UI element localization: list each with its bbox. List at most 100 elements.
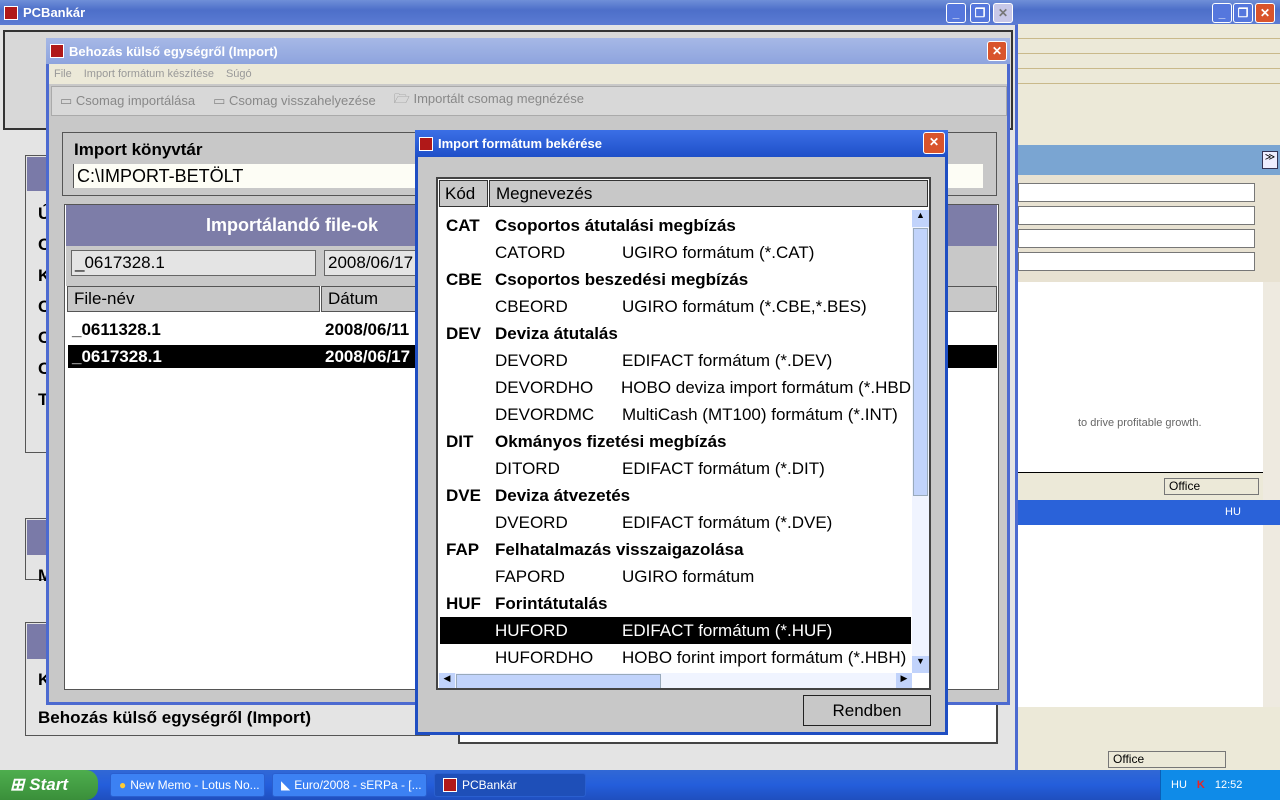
app-icon <box>50 44 64 58</box>
lotus-icon: ● <box>119 778 127 792</box>
format-item[interactable]: DEVORDMC MultiCash (MT100) formátum (*.IN… <box>440 401 911 428</box>
window-title: Behozás külső egységről (Import) <box>69 43 278 59</box>
kaspersky-icon[interactable]: K <box>1197 779 1205 791</box>
group-name: Forintátutalás <box>495 593 608 613</box>
menu-bar: File Import formátum készítése Súgó <box>49 64 1007 84</box>
menu-help[interactable]: Súgó <box>226 68 252 80</box>
vertical-scrollbar[interactable] <box>1263 282 1280 707</box>
format-desc: EDIFACT formátum (*.DEV) <box>622 350 833 370</box>
menu-file[interactable]: File <box>54 68 72 80</box>
language-indicator[interactable]: HU <box>1171 779 1187 791</box>
dialog-title: Import formátum bekérése <box>438 136 602 151</box>
format-code: HUFORDHO <box>495 647 594 667</box>
group-name: Deviza átutalás <box>495 323 618 343</box>
format-group[interactable]: HUF Forintátutalás <box>440 590 911 617</box>
group-name: Deviza átvezetés <box>495 485 631 505</box>
format-code: DEVORDMC <box>495 404 595 424</box>
ok-button[interactable]: Rendben <box>803 695 931 726</box>
format-group[interactable]: DEV Deviza átutalás <box>440 320 911 347</box>
text-field[interactable] <box>1018 229 1255 248</box>
restore-package-button[interactable]: ▭ Csomag visszahelyezése <box>213 93 376 109</box>
scroll-thumb <box>913 228 928 496</box>
dir-label: Import könyvtár <box>74 140 203 159</box>
format-item[interactable]: DEVORD EDIFACT formátum (*.DEV) <box>440 347 911 374</box>
format-group[interactable]: FAP Felhatalmazás visszaigazolása <box>440 536 911 563</box>
view-imported-button[interactable]: 🗁 Importált csomag megnézése <box>394 90 584 112</box>
minimize-button[interactable]: _ <box>946 3 966 23</box>
format-item[interactable]: DITORD EDIFACT formátum (*.DIT) <box>440 455 911 482</box>
app-icon <box>419 136 433 151</box>
format-desc: HOBO forint import formátum (*.HBH) <box>622 647 907 667</box>
text-field[interactable] <box>1018 206 1255 225</box>
group-code: DIT <box>446 431 474 451</box>
folder-icon: 🗁 <box>393 91 410 106</box>
serpa-icon: ◣ <box>281 778 291 792</box>
format-item[interactable]: DEVORDHO HOBO deviza import formátum (*.H… <box>440 374 911 401</box>
close-button[interactable]: ✕ <box>1255 3 1275 23</box>
restore-button[interactable]: ❐ <box>970 3 990 23</box>
column-code[interactable]: Kód <box>439 180 488 207</box>
app-icon <box>4 5 18 20</box>
office-dropdown[interactable]: Office <box>1164 478 1259 495</box>
format-desc: HOBO deviza import formátum (*.HBD <box>620 377 911 397</box>
menu-import-format[interactable]: Import formátum készítése <box>84 68 214 80</box>
format-desc: UGIRO formátum (*.CAT) <box>622 242 815 262</box>
format-code: CBEORD <box>495 296 568 316</box>
group-name: Okmányos fizetési megbízás <box>495 431 727 451</box>
group-name: Felhatalmazás visszaigazolása <box>495 539 744 559</box>
format-code: DEVORD <box>495 350 568 370</box>
document-snippet: to drive profitable growth. <box>1078 417 1202 429</box>
app-icon <box>443 778 457 792</box>
format-group[interactable]: CBE Csoportos beszedési megbízás <box>440 266 911 293</box>
import-package-button[interactable]: ▭ Csomag importálása <box>60 93 195 109</box>
import-format-dialog: Import formátum bekérése ✕ Kód Megnevezé… <box>415 130 948 735</box>
windows-logo-icon: ⊞ <box>10 775 25 794</box>
group-name: Csoportos beszedési megbízás <box>495 269 749 289</box>
format-code: CATORD <box>495 242 566 262</box>
scroll-thumb <box>456 674 661 688</box>
group-name: Csoportos átutalási megbízás <box>495 215 736 235</box>
system-tray: HU K 12:52 <box>1160 770 1280 800</box>
format-code: DEVORDHO <box>495 377 594 397</box>
format-item[interactable]: CBEORD UGIRO formátum (*.CBE,*.BES) <box>440 293 911 320</box>
format-desc: MultiCash (MT100) formátum (*.INT) <box>622 404 898 424</box>
group-code: CBE <box>446 269 482 289</box>
toolbar: ▭ Csomag importálása ▭ Csomag visszahely… <box>51 86 1007 116</box>
close-button[interactable]: ✕ <box>993 3 1013 23</box>
format-item[interactable]: CATORD UGIRO formátum (*.CAT) <box>440 239 911 266</box>
office-dropdown-bottom[interactable]: Office <box>1108 751 1226 768</box>
format-group[interactable]: DIT Okmányos fizetési megbízás <box>440 428 911 455</box>
format-list[interactable]: Kód Megnevezés CAT Csoportos átutalási me… <box>436 177 931 690</box>
column-filename[interactable]: File-név <box>67 286 320 312</box>
vertical-scrollbar[interactable]: ▲ ▼ <box>912 210 929 673</box>
group-code: CAT <box>446 215 480 235</box>
format-item[interactable]: DVEORD EDIFACT formátum (*.DVE) <box>440 509 911 536</box>
format-desc: UGIRO formátum <box>622 566 755 586</box>
expand-chevron-icon[interactable]: ≫ <box>1262 151 1278 169</box>
minimize-button[interactable]: _ <box>1212 3 1232 23</box>
format-desc: EDIFACT formátum (*.DVE) <box>622 512 833 532</box>
format-group[interactable]: DVE Deviza átvezetés <box>440 482 911 509</box>
text-field[interactable] <box>1018 252 1255 271</box>
format-item[interactable]: FAPORD UGIRO formátum <box>440 563 911 590</box>
horizontal-scrollbar[interactable]: ◀ ▶ <box>439 673 912 688</box>
taskbar-item-pcbankar[interactable]: PCBankár <box>434 773 586 797</box>
format-item[interactable]: HUFORD EDIFACT formátum (*.HUF) <box>440 617 911 644</box>
format-group[interactable]: CAT Csoportos átutalási megbízás <box>440 212 911 239</box>
format-item[interactable]: HUFORDHO HOBO forint import formátum (*.H… <box>440 644 911 671</box>
filename-filter-input[interactable]: _0617328.1 <box>71 250 316 276</box>
taskbar-item-lotus[interactable]: ● New Memo - Lotus No... <box>110 773 265 797</box>
status-label: Behozás külső egységről (Import) <box>38 708 311 727</box>
format-desc: EDIFACT formátum (*.HUF) <box>622 620 833 640</box>
restore-button[interactable]: ❐ <box>1233 3 1253 23</box>
format-code: DITORD <box>495 458 560 478</box>
group-code: DEV <box>446 323 481 343</box>
clock: 12:52 <box>1214 779 1243 791</box>
close-button[interactable]: ✕ <box>987 41 1007 61</box>
column-name[interactable]: Megnevezés <box>489 180 928 207</box>
window-title: PCBankár <box>23 5 86 20</box>
start-button[interactable]: ⊞ Start <box>0 770 98 800</box>
taskbar-item-serpa[interactable]: ◣ Euro/2008 - sERPa - [... <box>272 773 427 797</box>
text-field[interactable] <box>1018 183 1255 202</box>
close-button[interactable]: ✕ <box>923 132 945 154</box>
